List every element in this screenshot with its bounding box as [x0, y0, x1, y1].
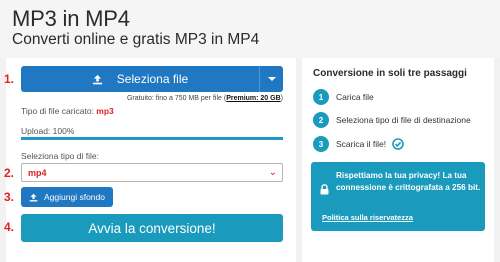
upload-progress-fill — [21, 137, 283, 140]
check-circle-icon — [392, 138, 404, 150]
howto-step-text: Scarica il file! — [336, 139, 387, 149]
privacy-box: Rispettiamo la tua privacy! La tua conne… — [311, 162, 485, 231]
upload-progress-label: Upload: 100% — [21, 126, 75, 136]
step-number-2: 2. — [4, 166, 15, 180]
step-badge: 3 — [313, 136, 329, 152]
step-number-4: 4. — [4, 220, 15, 234]
privacy-policy-link[interactable]: Politica sulla riservatezza — [322, 213, 413, 222]
select-source-dropdown[interactable] — [259, 66, 283, 92]
privacy-message: Rispettiamo la tua privacy! La tua conne… — [336, 171, 481, 192]
size-limit-suffix: ) — [280, 95, 283, 102]
upload-icon — [29, 193, 38, 201]
select-file-button[interactable]: Seleziona file — [21, 66, 259, 92]
target-type-label: Seleziona tipo di file: — [21, 151, 99, 161]
page-subtitle: Converti online e gratis MP3 in MP4 — [12, 31, 260, 48]
file-type-label: Tipo di file caricato: — [21, 106, 97, 116]
target-type-select[interactable]: mp4 ⌄ — [21, 163, 283, 182]
step-badge: 2 — [313, 112, 329, 128]
steps-title: Conversione in soli tre passaggi — [313, 68, 467, 79]
select-file-button-group: Seleziona file — [21, 66, 283, 92]
add-background-button[interactable]: Aggiungi sfondo — [21, 187, 113, 207]
page-title: MP3 in MP4 — [12, 6, 130, 31]
howto-step-1: 1 Carica file — [313, 89, 374, 105]
file-type-value: mp3 — [96, 106, 114, 116]
chevron-down-icon: ⌄ — [268, 167, 277, 178]
start-conversion-button[interactable]: Avvia la conversione! — [21, 214, 283, 242]
size-limit-note: Gratuito: fino a 750 MB per file (Premiu… — [127, 95, 283, 102]
target-type-value: mp4 — [28, 168, 47, 178]
select-file-label: Seleziona file — [116, 72, 189, 86]
step-badge: 1 — [313, 89, 329, 105]
howto-step-text: Seleziona tipo di file di destinazione — [336, 115, 471, 125]
upload-progress-bar — [21, 137, 283, 140]
howto-step-3: 3 Scarica il file! — [313, 136, 404, 152]
howto-step-2: 2 Seleziona tipo di file di destinazione — [313, 112, 471, 128]
step-number-3: 3. — [4, 190, 15, 204]
caret-down-icon — [267, 77, 276, 81]
lock-icon — [320, 184, 329, 195]
size-limit-text: Gratuito: fino a 750 MB per file ( — [126, 95, 227, 102]
premium-link[interactable]: Premium: 20 GB — [226, 95, 280, 102]
add-background-label: Aggiungi sfondo — [44, 192, 105, 202]
step-number-1: 1. — [4, 72, 15, 86]
uploaded-file-type: Tipo di file caricato: mp3 — [21, 106, 114, 116]
upload-icon — [92, 74, 102, 84]
howto-step-text: Carica file — [336, 92, 374, 102]
page-header: MP3 in MP4 Converti online e gratis MP3 … — [0, 0, 500, 58]
